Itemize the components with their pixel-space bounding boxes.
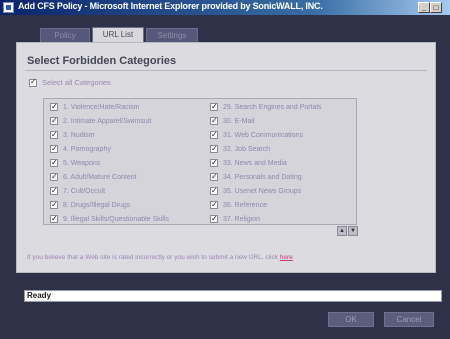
category-checkbox[interactable] xyxy=(210,213,218,224)
category-label: 36. Reference xyxy=(223,202,267,209)
category-label: 30. E-Mail xyxy=(223,118,255,125)
category-checkbox[interactable] xyxy=(210,171,218,183)
category-item[interactable]: 3. Nudism xyxy=(50,129,169,144)
category-label: 29. Search Engines and Portals xyxy=(223,104,322,111)
scroll-down-button[interactable]: ▼ xyxy=(348,226,358,236)
ok-button[interactable]: OK xyxy=(328,312,374,327)
cancel-button[interactable]: Cancel xyxy=(384,312,434,327)
category-label: 34. Personals and Dating xyxy=(223,174,302,181)
category-checkbox[interactable] xyxy=(50,171,58,183)
category-checkbox[interactable] xyxy=(210,101,218,113)
category-label: 33. News and Media xyxy=(223,160,287,167)
category-checkbox[interactable] xyxy=(50,213,58,224)
category-label: 5. Weapons xyxy=(63,160,101,167)
scroll-up-button[interactable]: ▲ xyxy=(337,226,347,236)
category-item[interactable]: 7. Cult/Occult xyxy=(50,185,169,200)
category-item[interactable]: 8. Drugs/Illegal Drugs xyxy=(50,199,169,214)
category-item[interactable]: 6. Adult/Mature Content xyxy=(50,171,169,186)
category-checkbox[interactable] xyxy=(210,157,218,169)
panel-title: Select Forbidden Categories xyxy=(27,55,177,67)
category-label: 1. Violence/Hate/Racism xyxy=(63,104,140,111)
category-label: 3. Nudism xyxy=(63,132,95,139)
category-list: 1. Violence/Hate/Racism 2. Intimate Appa… xyxy=(43,98,357,225)
select-all-row[interactable]: Select all Categories xyxy=(29,77,111,88)
category-item[interactable]: 34. Personals and Dating xyxy=(210,171,321,186)
category-column-left: 1. Violence/Hate/Racism 2. Intimate Appa… xyxy=(50,101,169,224)
category-checkbox[interactable] xyxy=(50,115,58,127)
browser-window: Add CFS Policy - Microsoft Internet Expl… xyxy=(0,0,450,339)
category-item[interactable]: 36. Reference xyxy=(210,199,321,214)
report-url-text: If you believe that a Web site is rated … xyxy=(27,254,280,261)
category-item[interactable]: 30. E-Mail xyxy=(210,115,321,130)
category-label: 35. Usenet News Groups xyxy=(223,188,302,195)
category-checkbox[interactable] xyxy=(50,157,58,169)
category-label: 9. Illegal Skills/Questionable Skills xyxy=(63,216,169,223)
status-bar: Ready xyxy=(24,290,442,302)
minimize-button[interactable]: _ xyxy=(418,2,430,13)
category-item[interactable]: 1. Violence/Hate/Racism xyxy=(50,101,169,116)
title-bar: Add CFS Policy - Microsoft Internet Expl… xyxy=(0,0,450,15)
window-title: Add CFS Policy - Microsoft Internet Expl… xyxy=(18,1,323,11)
category-item[interactable]: 33. News and Media xyxy=(210,157,321,172)
tab-settings[interactable]: Settings xyxy=(146,28,198,42)
select-all-label: Select all Categories xyxy=(42,78,111,87)
category-column-right: 29. Search Engines and Portals 30. E-Mai… xyxy=(210,101,322,224)
category-checkbox[interactable] xyxy=(50,129,58,141)
category-label: 4. Pornography xyxy=(63,146,111,153)
category-item[interactable]: 32. Job Search xyxy=(210,143,321,158)
tab-policy[interactable]: Policy xyxy=(40,28,90,42)
category-label: 37. Religion xyxy=(223,216,260,223)
category-label: 7. Cult/Occult xyxy=(63,188,106,195)
category-item[interactable]: 29. Search Engines and Portals xyxy=(210,101,322,116)
divider xyxy=(25,70,427,71)
category-label: 8. Drugs/Illegal Drugs xyxy=(63,202,131,209)
category-item[interactable]: 5. Weapons xyxy=(50,157,169,172)
category-checkbox[interactable] xyxy=(210,185,218,197)
category-checkbox[interactable] xyxy=(210,199,218,211)
category-label: 32. Job Search xyxy=(223,146,271,153)
category-item[interactable]: 37. Religion xyxy=(210,213,321,224)
report-url-link[interactable]: here xyxy=(280,254,293,261)
category-checkbox[interactable] xyxy=(50,199,58,211)
category-item[interactable]: 4. Pornography xyxy=(50,143,169,158)
url-list-panel: Select Forbidden Categories Select all C… xyxy=(16,42,436,273)
category-item[interactable]: 31. Web Communications xyxy=(210,129,321,144)
category-checkbox[interactable] xyxy=(50,101,58,113)
ie-app-icon xyxy=(3,2,14,13)
category-label: 31. Web Communications xyxy=(223,132,304,139)
select-all-checkbox[interactable] xyxy=(29,77,37,88)
category-label: 2. Intimate Apparel/Swimsuit xyxy=(63,118,152,125)
category-item[interactable]: 9. Illegal Skills/Questionable Skills xyxy=(50,213,169,224)
category-checkbox[interactable] xyxy=(210,129,218,141)
category-checkbox[interactable] xyxy=(50,185,58,197)
report-url-note: If you believe that a Web site is rated … xyxy=(27,254,293,261)
maximize-button[interactable]: □ xyxy=(430,2,442,13)
tab-url-list[interactable]: URL List xyxy=(92,27,144,42)
category-checkbox[interactable] xyxy=(50,143,58,155)
category-item[interactable]: 35. Usenet News Groups xyxy=(210,185,321,200)
category-item[interactable]: 2. Intimate Apparel/Swimsuit xyxy=(50,115,169,130)
category-checkbox[interactable] xyxy=(210,143,218,155)
category-checkbox[interactable] xyxy=(210,115,218,127)
category-label: 6. Adult/Mature Content xyxy=(63,174,137,181)
